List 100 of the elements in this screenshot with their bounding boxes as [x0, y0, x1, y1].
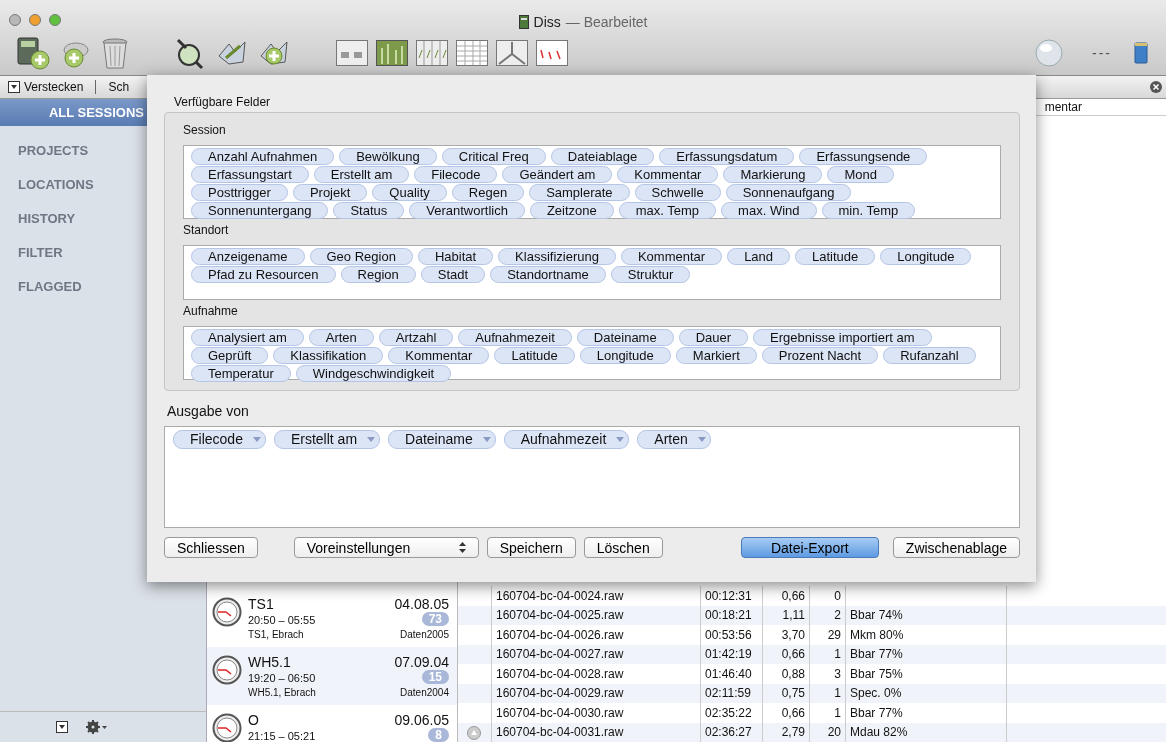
field-token[interactable]: Klassifikation	[273, 347, 384, 364]
field-token[interactable]: Regen	[451, 184, 525, 201]
field-token[interactable]: Ergebnisse importiert am	[753, 329, 932, 346]
field-token[interactable]: Quality	[372, 184, 447, 201]
panel-view-icon[interactable]	[336, 40, 368, 66]
output-label: Ausgabe von	[167, 403, 250, 419]
filter-label[interactable]: Sch	[108, 80, 130, 94]
dropdown-icon[interactable]	[56, 721, 68, 733]
field-token[interactable]: Erfassungsende	[799, 148, 928, 165]
field-token[interactable]: Standortname	[490, 266, 606, 283]
split-view-icon[interactable]	[496, 40, 528, 66]
dialog-button[interactable]: Speichern	[486, 537, 576, 558]
field-token[interactable]: Region	[340, 266, 416, 283]
status-text: ---	[1092, 45, 1112, 61]
dialog-button[interactable]: Datei-Export	[740, 537, 879, 558]
field-token[interactable]: Latitude	[795, 248, 876, 265]
table-view-icon[interactable]	[456, 40, 488, 66]
table-cell: 02:35:22	[701, 703, 763, 723]
hide-button[interactable]: Verstecken	[8, 80, 84, 94]
hide-label: Verstecken	[24, 80, 84, 94]
field-token[interactable]: Zeitzone	[529, 202, 614, 219]
gear-icon[interactable]	[86, 720, 108, 734]
field-token[interactable]: max. Wind	[721, 202, 817, 219]
output-token[interactable]: Arten	[637, 430, 711, 449]
column-header[interactable]: mentar	[1044, 100, 1082, 114]
field-token[interactable]: Latitude	[494, 347, 575, 364]
close-icon[interactable]	[1150, 81, 1162, 93]
dialog-button[interactable]: Zwischenablage	[892, 537, 1020, 558]
field-token[interactable]: Longitude	[579, 347, 671, 364]
field-token[interactable]: Geändert am	[502, 166, 613, 183]
field-token[interactable]: min. Temp	[821, 202, 916, 219]
spectrogram-view-icon[interactable]	[376, 40, 408, 66]
field-token[interactable]: Dateiablage	[550, 148, 655, 165]
field-token[interactable]: Pfad zu Resourcen	[191, 266, 336, 283]
output-token[interactable]: Aufnahmezeit	[503, 430, 630, 449]
caret-icon	[697, 436, 706, 443]
book-icon[interactable]	[1134, 42, 1148, 64]
field-token[interactable]: Erfassungstart	[191, 166, 309, 183]
field-token[interactable]: Struktur	[610, 266, 691, 283]
waveform-view-icon[interactable]	[536, 40, 568, 66]
output-token[interactable]: Filecode	[173, 430, 266, 449]
field-token[interactable]: Sonnenaufgang	[725, 184, 852, 201]
field-token[interactable]: Erstellt am	[313, 166, 410, 183]
field-token[interactable]: Dateiname	[576, 329, 674, 346]
field-token[interactable]: Prozent Nacht	[761, 347, 879, 364]
field-token[interactable]: Status	[333, 202, 405, 219]
field-token[interactable]: Samplerate	[529, 184, 630, 201]
field-token[interactable]: Markierung	[723, 166, 823, 183]
field-token[interactable]: Stadt	[420, 266, 486, 283]
field-token[interactable]: Mond	[827, 166, 894, 183]
field-token[interactable]: Longitude	[880, 248, 972, 265]
field-token[interactable]: Dauer	[678, 329, 749, 346]
globe-icon[interactable]	[1034, 38, 1064, 68]
minimize-window-button[interactable]	[29, 14, 41, 26]
field-token[interactable]: Projekt	[292, 184, 368, 201]
field-token[interactable]: Kommentar	[617, 166, 719, 183]
field-token[interactable]: Windgeschwindigkeit	[295, 365, 452, 382]
calculator-add-icon[interactable]	[16, 36, 50, 70]
field-token[interactable]: Aufnahmezeit	[458, 329, 572, 346]
field-token[interactable]: Filecode	[414, 166, 498, 183]
trash-icon[interactable]	[100, 36, 130, 70]
field-token[interactable]: Anzeigename	[191, 248, 305, 265]
field-token[interactable]: Kommentar	[620, 248, 723, 265]
table-cell: 3	[810, 664, 846, 684]
field-token[interactable]: max. Temp	[618, 202, 717, 219]
caret-icon	[482, 436, 491, 443]
output-token[interactable]: Erstellt am	[273, 430, 381, 449]
close-window-button[interactable]	[9, 14, 21, 26]
field-token[interactable]: Temperatur	[191, 365, 291, 382]
window-status: — Bearbeitet	[565, 14, 648, 30]
field-token[interactable]: Verantwortlich	[409, 202, 525, 219]
field-token[interactable]: Rufanzahl	[883, 347, 976, 364]
field-token[interactable]: Arten	[308, 329, 374, 346]
field-token[interactable]: Anzahl Aufnahmen	[191, 148, 335, 165]
field-token[interactable]: Geprüft	[191, 347, 269, 364]
table-cell: 20	[810, 722, 846, 742]
field-token[interactable]: Land	[727, 248, 791, 265]
field-token[interactable]: Sonnenuntergang	[191, 202, 329, 219]
field-token[interactable]: Markiert	[675, 347, 757, 364]
dialog-button[interactable]: Löschen	[583, 537, 663, 558]
field-token[interactable]: Artzahl	[378, 329, 454, 346]
table-cell: Mkm 80%	[850, 627, 904, 642]
field-token[interactable]: Habitat	[417, 248, 494, 265]
field-token[interactable]: Klassifizierung	[498, 248, 616, 265]
output-token[interactable]: Dateiname	[388, 430, 496, 449]
field-token[interactable]: Critical Freq	[441, 148, 546, 165]
zoom-window-button[interactable]	[49, 14, 61, 26]
field-token[interactable]: Schwelle	[634, 184, 721, 201]
table-cell: 160704-bc-04-0028.raw	[492, 664, 701, 684]
table-cell: Bbar 77%	[850, 647, 903, 662]
field-token[interactable]: Geo Region	[309, 248, 413, 265]
field-token[interactable]: Erfassungsdatum	[659, 148, 795, 165]
field-token[interactable]: Posttrigger	[191, 184, 288, 201]
field-token[interactable]: Analysiert am	[191, 329, 304, 346]
clock-icon	[212, 597, 242, 627]
dialog-button[interactable]: Schliessen	[164, 537, 258, 558]
preset-popup[interactable]: Voreinstellungen	[293, 537, 479, 558]
field-token[interactable]: Kommentar	[388, 347, 490, 364]
field-token[interactable]: Bewölkung	[339, 148, 437, 165]
multi-chart-view-icon[interactable]	[416, 40, 448, 66]
